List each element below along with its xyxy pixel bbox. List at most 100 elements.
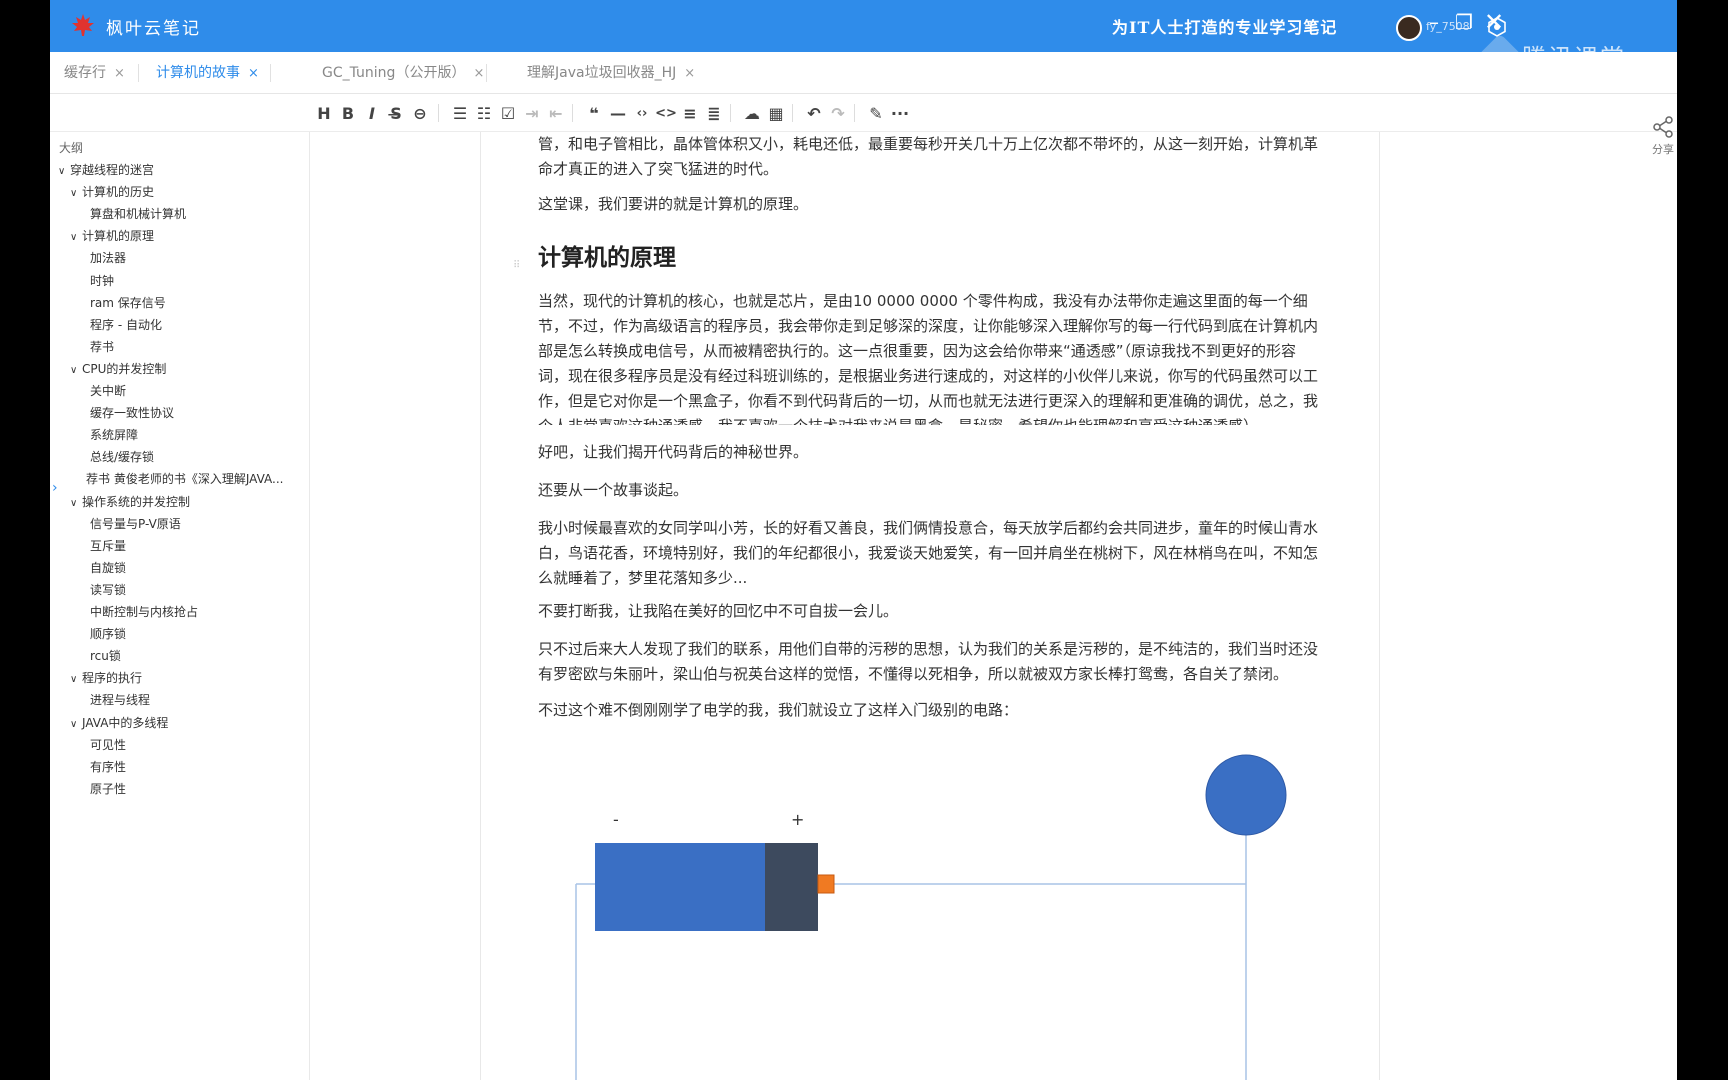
table-icon[interactable]: ▦ (764, 100, 788, 126)
outline-item-label: 穿越线程的迷宫 (70, 163, 155, 177)
outline-item[interactable]: 顺序锁 (90, 625, 126, 642)
paragraph-5[interactable]: 不要打断我，让我陷在美好的回忆中不可自拔一会儿。 (538, 599, 1326, 624)
toolbar-divider (792, 104, 793, 122)
outline-item[interactable]: ∨ 计算机的原理 (70, 227, 154, 244)
more-icon[interactable]: ··· (888, 100, 912, 126)
paragraph-6[interactable]: 只不过后来大人发现了我们的联系，用他们自带的污秽的思想，认为我们的关系是污秽的，… (538, 637, 1326, 687)
outline-item[interactable]: 可见性 (90, 736, 126, 753)
code-block-icon[interactable]: <> (654, 100, 678, 126)
outline-item[interactable]: ∨ JAVA中的多线程 (70, 714, 168, 731)
align-justify-icon[interactable]: ≣ (702, 100, 726, 126)
outline-item[interactable]: 进程与线程 (90, 691, 150, 708)
pen-icon[interactable]: ✎ (864, 100, 888, 126)
paragraph-top[interactable]: 管，和电子管相比，晶体管体积又小，耗电还低，最重要每秒开关几十万上亿次都不带坏的… (538, 132, 1326, 182)
outline-item[interactable]: 荐书 (90, 338, 114, 355)
chevron-down-icon[interactable]: ∨ (70, 365, 82, 376)
outline-item[interactable]: 有序性 (90, 758, 126, 775)
paragraph-4[interactable]: 我小时候最喜欢的女同学叫小芳，长的好看又善良，我们俩情投意合，每天放学后都约会共… (538, 516, 1326, 591)
undo-icon[interactable]: ↶ (802, 100, 826, 126)
outline-item[interactable]: 关中断 (90, 382, 126, 399)
outline-item[interactable]: ram 保存信号 (90, 294, 166, 311)
chevron-down-icon[interactable]: ∨ (58, 166, 70, 177)
bold-icon[interactable]: B (336, 100, 360, 126)
outline-item[interactable]: rcu锁 (90, 647, 121, 664)
outline-item[interactable]: 信号量与P-V原语 (90, 515, 181, 532)
outline-item[interactable]: 中断控制与内核抢占 (90, 603, 198, 620)
outline-item[interactable]: 系统屏障 (90, 426, 138, 443)
inline-code-icon[interactable]: ‹› (630, 100, 654, 126)
paragraph-1[interactable]: 当然，现代的计算机的核心，也就是芯片，是由10 0000 0000 个零件构成，… (538, 289, 1326, 425)
outline-item[interactable]: 读写锁 (90, 581, 126, 598)
paragraph-3[interactable]: 还要从一个故事谈起。 (538, 478, 1326, 503)
task-list-icon[interactable]: ☑ (496, 100, 520, 126)
outline-item[interactable]: 原子性 (90, 780, 126, 797)
minimize-icon[interactable]: – (1422, 10, 1446, 34)
outline-item[interactable]: 互斥量 (90, 537, 126, 554)
redo-icon[interactable]: ↷ (826, 100, 850, 126)
indent-icon[interactable]: ⇥ (520, 100, 544, 126)
paragraph-7[interactable]: 不过这个难不倒刚刚学了电学的我，我们就设立了这样入门级别的电路： (538, 698, 1326, 723)
chevron-down-icon[interactable]: ∨ (70, 498, 82, 509)
paragraph-2[interactable]: 好吧，让我们揭开代码背后的神秘世界。 (538, 440, 1326, 465)
chevron-down-icon[interactable]: ∨ (70, 674, 82, 685)
align-left-icon[interactable]: ≡ (678, 100, 702, 126)
horizontal-rule-icon[interactable]: — (606, 100, 630, 126)
outline-item[interactable]: 总线/缓存锁 (90, 448, 154, 465)
outline-item-label: 进程与线程 (90, 693, 151, 708)
tab-bar: 缓存行 × 计算机的故事 × GC_Tuning（公开版） × 理解Java垃圾回收器… (50, 52, 1677, 94)
tab-close-icon[interactable]: × (114, 66, 125, 81)
tab-close-icon[interactable]: × (473, 66, 484, 81)
outline-item-label: 可见性 (90, 737, 127, 752)
chevron-down-icon[interactable]: ∨ (70, 188, 82, 199)
tab-gc-tuning[interactable]: GC_Tuning（公开版） × (322, 52, 484, 94)
outline-item[interactable]: 加法器 (90, 249, 126, 266)
restore-icon[interactable]: ❐ (1452, 10, 1476, 34)
outline-item[interactable]: ∨ CPU的并发控制 (70, 360, 166, 377)
tab-computer-story[interactable]: 计算机的故事 × (156, 52, 259, 94)
close-icon[interactable]: ✕ (1482, 10, 1506, 34)
outline-item[interactable]: 时钟 (90, 272, 114, 289)
upload-icon[interactable]: ☁ (740, 100, 764, 126)
bullet-list-icon[interactable]: ☰ (448, 100, 472, 126)
chevron-down-icon[interactable]: ∨ (70, 719, 82, 730)
section-heading[interactable]: 计算机的原理 (538, 238, 676, 272)
app-name: 枫叶云笔记 (106, 19, 201, 39)
quote-icon[interactable]: ❝ (582, 100, 606, 126)
outline-item[interactable]: ∨ 程序的执行 (70, 669, 142, 686)
outline-item[interactable]: 缓存一致性协议 (90, 404, 174, 421)
chevron-down-icon[interactable]: ∨ (70, 232, 82, 243)
strikethrough-icon[interactable]: S̶ (384, 100, 408, 126)
tab-close-icon[interactable]: × (248, 66, 259, 81)
circuit-diagram[interactable]: - + (481, 732, 1380, 1080)
minus-label: - (613, 810, 619, 829)
toolbar-divider (438, 104, 439, 122)
tab-close-icon[interactable]: × (684, 66, 695, 81)
tab-cache-line[interactable]: 缓存行 × (64, 52, 125, 94)
outline-item[interactable]: 算盘和机械计算机 (90, 205, 186, 222)
outline-item-label: 原子性 (90, 781, 127, 796)
toolbar-divider (730, 104, 731, 122)
tab-divider (486, 64, 487, 82)
paragraph-intro[interactable]: 这堂课，我们要讲的就是计算机的原理。 (538, 192, 1326, 217)
outline-item[interactable]: ∨ 操作系统的并发控制 (70, 493, 190, 510)
outdent-icon[interactable]: ⇤ (544, 100, 568, 126)
document-page: 了之，本道的是，在这台美国一台机器的计算机的第三年，也就是1947年，美国贝尔实… (480, 132, 1380, 1080)
ordered-list-icon[interactable]: ☷ (472, 100, 496, 126)
avatar[interactable] (1396, 15, 1422, 41)
outline-item[interactable]: ∨ 计算机的历史 (70, 183, 154, 200)
tab-divider (270, 64, 271, 82)
toolbar-divider (572, 104, 573, 122)
share-button[interactable]: 分享 (1650, 116, 1676, 157)
heading-icon[interactable]: H (312, 100, 336, 126)
outline-item[interactable]: ∨ 穿越线程的迷宫 (58, 161, 154, 178)
outline-item-label: 读写锁 (90, 582, 127, 597)
drag-handle-icon[interactable]: ⠿ (513, 260, 520, 271)
tab-java-gc[interactable]: 理解Java垃圾回收器_HJ × (527, 52, 695, 94)
outline-item[interactable]: 荐书 黄俊老师的书《深入理解JAVA... (86, 470, 283, 487)
outline-item[interactable]: 程序 - 自动化 (90, 316, 162, 333)
tab-label: 计算机的故事 (156, 65, 240, 81)
sidebar-collapse-icon[interactable]: › (52, 480, 58, 496)
outline-item[interactable]: 自旋锁 (90, 559, 126, 576)
italic-icon[interactable]: I (360, 100, 384, 126)
link-icon[interactable]: ⊖ (408, 100, 432, 126)
